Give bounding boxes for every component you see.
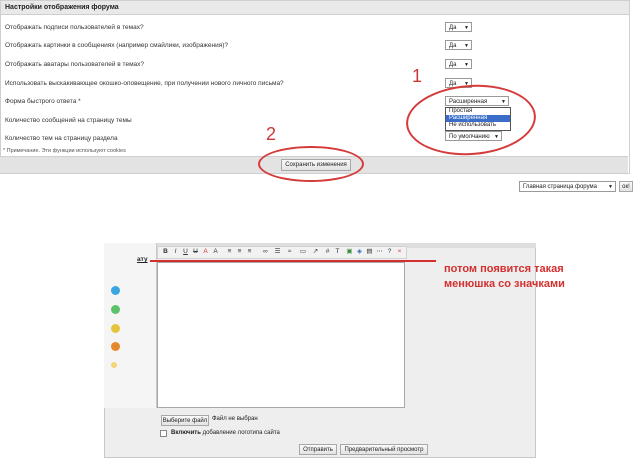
- preview-button[interactable]: Предварительный просмотр: [340, 444, 428, 455]
- video-icon[interactable]: ◈: [356, 248, 363, 256]
- file-status: Файл не выбран: [212, 416, 258, 422]
- signatures-select[interactable]: Да ▼: [445, 22, 472, 32]
- forum-jump-go-button[interactable]: ок!: [619, 181, 633, 192]
- send-button[interactable]: Отправить: [299, 444, 337, 455]
- smiley-icon[interactable]: [111, 286, 120, 295]
- setting-label-posts-per-page: Количество сообщений на страницу темы: [5, 117, 132, 124]
- editor-side-label: ату: [137, 256, 148, 263]
- annotation-number-2: 2: [266, 124, 277, 144]
- strike-icon[interactable]: U: [192, 248, 199, 256]
- logo-checkbox-rest: добавление логотипа сайта: [202, 430, 280, 436]
- align-right-icon[interactable]: ≡: [246, 248, 253, 256]
- setting-label-quick-reply: Форма быстрого ответа *: [5, 98, 81, 105]
- chevron-down-icon: ▼: [464, 25, 469, 31]
- select-value: Главная страница форума: [523, 184, 597, 190]
- select-value: Да: [449, 62, 457, 68]
- annotation-number-1: 1: [412, 66, 423, 86]
- spoiler-icon[interactable]: ▭: [298, 248, 308, 256]
- setting-label-images: Отображать картинки в сообщениях (наприм…: [5, 42, 228, 49]
- logo-checkbox-bold: Включить: [171, 430, 201, 436]
- help-icon[interactable]: ?: [386, 248, 393, 256]
- images-select[interactable]: Да ▼: [445, 40, 472, 50]
- smiley-icon[interactable]: [111, 324, 120, 333]
- font-size-icon[interactable]: A: [212, 248, 219, 256]
- select-value: Да: [449, 25, 457, 31]
- panel-header: Настройки отображения форума: [1, 1, 629, 15]
- annotation-note-line: потом появится такая: [444, 263, 564, 275]
- footnote: * Примечание. Эти функции используют coo…: [3, 148, 126, 154]
- annotation-note: потом появится такая менюшка со значками: [444, 262, 565, 292]
- list-icon[interactable]: ☰: [274, 248, 281, 256]
- link-icon[interactable]: ∞: [262, 248, 269, 256]
- setting-label-avatars: Отображать аватары пользователей в темах…: [5, 61, 145, 68]
- smiley-icon[interactable]: [111, 362, 117, 368]
- logo-checkbox[interactable]: [160, 430, 167, 437]
- forum-jump-select[interactable]: Главная страница форума ▼: [519, 181, 616, 192]
- more-icon[interactable]: ⋯: [376, 248, 383, 256]
- chevron-down-icon: ▼: [464, 43, 469, 49]
- setting-label-popup: Использовать выскакивающее окошко-оповещ…: [5, 80, 284, 87]
- underline-icon[interactable]: U: [182, 248, 189, 256]
- chevron-down-icon: ▼: [608, 184, 613, 190]
- logo-checkbox-label: Включить добавление логотипа сайта: [171, 430, 280, 436]
- annotation-note-line: менюшка со значками: [444, 278, 565, 290]
- image-icon[interactable]: ▣: [346, 248, 353, 256]
- choose-file-button[interactable]: Выберите файл: [161, 415, 209, 426]
- close-icon[interactable]: ×: [396, 248, 403, 256]
- setting-label-topics-per-page: Количество тем на страницу раздела: [5, 135, 118, 142]
- avatars-select[interactable]: Да ▼: [445, 59, 472, 69]
- message-textarea[interactable]: [157, 262, 405, 408]
- annotation-oval-2: [258, 146, 364, 182]
- font-color-icon[interactable]: A: [202, 248, 209, 256]
- smiley-icon[interactable]: [111, 342, 120, 351]
- select-value: Да: [449, 43, 457, 49]
- align-center-icon[interactable]: ≡: [236, 248, 243, 256]
- italic-icon[interactable]: I: [172, 248, 179, 256]
- bold-icon[interactable]: B: [162, 248, 169, 256]
- text-icon[interactable]: T: [334, 248, 341, 256]
- smiley-icon[interactable]: [111, 305, 120, 314]
- hash-icon[interactable]: #: [324, 248, 331, 256]
- quote-icon[interactable]: ≈: [286, 248, 293, 256]
- align-left-icon[interactable]: ≡: [226, 248, 233, 256]
- chevron-down-icon: ▼: [464, 62, 469, 68]
- table-icon[interactable]: ▤: [366, 248, 373, 256]
- setting-label-signatures: Отображать подписи пользователей в темах…: [5, 24, 144, 31]
- url-icon[interactable]: ↗: [312, 248, 319, 256]
